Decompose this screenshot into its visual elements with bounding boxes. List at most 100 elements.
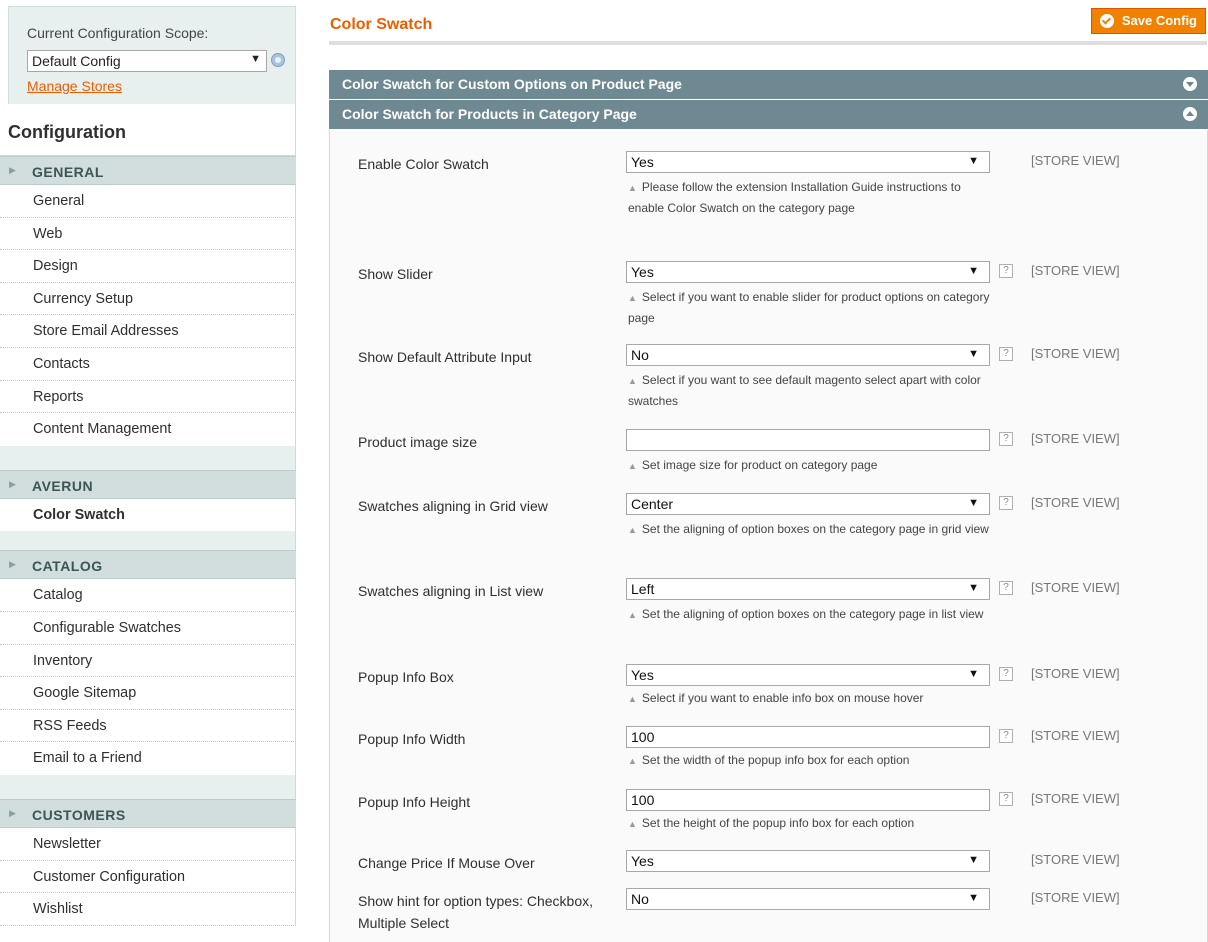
help-icon[interactable]: ? xyxy=(999,432,1013,446)
enable-color-swatch-select[interactable]: Yes ▼ xyxy=(626,151,990,173)
note-triangle-icon: ▲ xyxy=(628,819,637,829)
popup-info-height-input[interactable]: 100 xyxy=(626,789,990,811)
field-comment: ▲ Set the aligning of option boxes on the… xyxy=(628,522,989,536)
nav-item-web[interactable]: Web xyxy=(0,217,296,251)
config-title-text: Configuration xyxy=(8,122,126,142)
config-title: Configuration xyxy=(0,104,296,156)
collapse-icon[interactable] xyxy=(1183,107,1197,121)
nav-item-inventory[interactable]: Inventory xyxy=(0,644,296,678)
section-category-page-header[interactable]: Color Swatch for Products in Category Pa… xyxy=(329,100,1208,129)
scope-tag: [STORE VIEW] xyxy=(1031,153,1120,168)
field-comment: ▲ Set the width of the popup info box for… xyxy=(628,753,910,767)
swatches-aligning-grid-select[interactable]: Center ▼ xyxy=(626,493,990,515)
nav-item-currency-setup[interactable]: Currency Setup xyxy=(0,282,296,316)
config-nav: ▶ GENERAL General Web Design Currency Se… xyxy=(0,156,296,926)
scope-tag: [STORE VIEW] xyxy=(1031,431,1120,446)
nav-group-customers[interactable]: ▶ CUSTOMERS xyxy=(0,798,296,828)
manage-stores-link[interactable]: Manage Stores xyxy=(27,78,122,94)
main-content: Color Swatch Save Config Color Swatch fo… xyxy=(329,0,1208,942)
nav-spacer xyxy=(0,531,296,551)
popup-info-width-input[interactable]: 100 xyxy=(626,726,990,748)
expand-triangle-icon: ▶ xyxy=(9,478,16,489)
nav-item-design[interactable]: Design xyxy=(0,250,296,283)
nav-item-wishlist[interactable]: Wishlist xyxy=(0,893,296,926)
scope-tag: [STORE VIEW] xyxy=(1031,791,1120,806)
field-label: Show Slider xyxy=(358,266,433,282)
expand-icon[interactable] xyxy=(1183,77,1197,91)
field-comment: ▲ Select if you want to enable slider for… xyxy=(628,290,990,325)
change-price-mouse-over-select[interactable]: Yes ▼ xyxy=(626,850,990,872)
scope-label: Current Configuration Scope: xyxy=(27,25,209,41)
dropdown-arrow-icon: ▼ xyxy=(968,582,979,594)
dropdown-arrow-icon: ▼ xyxy=(968,155,979,167)
scope-switcher: Current Configuration Scope: Default Con… xyxy=(8,6,296,118)
nav-item-general[interactable]: General xyxy=(0,185,296,218)
nav-item-catalog[interactable]: Catalog xyxy=(0,579,296,612)
nav-item-reports[interactable]: Reports xyxy=(0,380,296,414)
field-comment: ▲ Please follow the extension Installatio… xyxy=(628,180,961,215)
show-default-attribute-input-select[interactable]: No ▼ xyxy=(626,344,990,366)
scope-tag: [STORE VIEW] xyxy=(1031,580,1120,595)
help-icon[interactable]: ? xyxy=(999,729,1013,743)
nav-item-color-swatch[interactable]: Color Swatch xyxy=(0,498,296,532)
note-triangle-icon: ▲ xyxy=(628,461,637,471)
dropdown-arrow-icon: ▼ xyxy=(968,265,979,277)
nav-item-content-management[interactable]: Content Management xyxy=(0,413,296,446)
nav-item-store-email-addresses[interactable]: Store Email Addresses xyxy=(0,315,296,348)
save-config-button[interactable]: Save Config xyxy=(1090,8,1206,34)
product-image-size-input[interactable] xyxy=(626,429,990,451)
expand-triangle-icon: ▶ xyxy=(9,559,16,570)
swatches-aligning-list-select[interactable]: Left ▼ xyxy=(626,578,990,600)
show-slider-select[interactable]: Yes ▼ xyxy=(626,261,990,283)
title-divider xyxy=(329,41,1207,45)
nav-group-catalog[interactable]: ▶ CATALOG xyxy=(0,550,296,580)
help-icon[interactable] xyxy=(271,53,285,67)
nav-item-google-sitemap[interactable]: Google Sitemap xyxy=(0,677,296,710)
field-label: Swatches aligning in Grid view xyxy=(358,498,548,514)
nav-item-rss-feeds[interactable]: RSS Feeds xyxy=(0,709,296,743)
field-label: Popup Info Height xyxy=(358,794,471,810)
dropdown-arrow-icon: ▼ xyxy=(250,53,261,65)
nav-item-configurable-swatches[interactable]: Configurable Swatches xyxy=(0,611,296,645)
show-hint-option-types-select[interactable]: No ▼ xyxy=(626,888,990,910)
help-icon[interactable]: ? xyxy=(999,264,1013,278)
nav-spacer xyxy=(0,774,296,799)
field-comment: ▲ Set the aligning of option boxes on the… xyxy=(628,607,984,621)
check-icon xyxy=(1099,14,1114,28)
field-comment: ▲ Select if you want to see default magen… xyxy=(628,373,981,408)
note-triangle-icon: ▲ xyxy=(628,293,637,303)
nav-group-averun[interactable]: ▶ AVERUN xyxy=(0,469,296,499)
help-icon[interactable]: ? xyxy=(999,792,1013,806)
field-label: Popup Info Width xyxy=(358,731,466,747)
field-label: Product image size xyxy=(358,434,478,450)
section-custom-options-header[interactable]: Color Swatch for Custom Options on Produ… xyxy=(329,70,1208,99)
expand-triangle-icon: ▶ xyxy=(9,807,16,818)
nav-item-customer-configuration[interactable]: Customer Configuration xyxy=(0,860,296,894)
scope-tag: [STORE VIEW] xyxy=(1031,852,1120,867)
help-icon[interactable]: ? xyxy=(999,347,1013,361)
nav-item-email-to-a-friend[interactable]: Email to a Friend xyxy=(0,742,296,775)
help-icon[interactable]: ? xyxy=(999,581,1013,595)
note-triangle-icon: ▲ xyxy=(628,376,637,386)
nav-group-general[interactable]: ▶ GENERAL xyxy=(0,156,296,185)
popup-info-box-select[interactable]: Yes ▼ xyxy=(626,664,990,686)
sidebar: Current Configuration Scope: Default Con… xyxy=(0,0,296,942)
scope-tag: [STORE VIEW] xyxy=(1031,728,1120,743)
expand-triangle-icon: ▶ xyxy=(9,165,16,175)
scope-select[interactable]: Default Config ▼ xyxy=(27,50,267,72)
field-label: Swatches aligning in List view xyxy=(358,583,544,599)
scope-tag: [STORE VIEW] xyxy=(1031,666,1120,681)
dropdown-arrow-icon: ▼ xyxy=(968,892,979,904)
help-icon[interactable]: ? xyxy=(999,667,1013,681)
nav-item-contacts[interactable]: Contacts xyxy=(0,347,296,381)
note-triangle-icon: ▲ xyxy=(628,525,637,535)
scope-tag: [STORE VIEW] xyxy=(1031,263,1120,278)
field-label: Show hint for option types: Checkbox, Mu… xyxy=(358,893,594,931)
field-label: Popup Info Box xyxy=(358,669,454,685)
nav-item-newsletter[interactable]: Newsletter xyxy=(0,827,296,861)
help-icon[interactable]: ? xyxy=(999,496,1013,510)
scope-tag: [STORE VIEW] xyxy=(1031,495,1120,510)
field-label: Enable Color Swatch xyxy=(358,156,489,172)
page-title: Color Swatch xyxy=(330,16,433,33)
field-label: Show Default Attribute Input xyxy=(358,349,532,365)
